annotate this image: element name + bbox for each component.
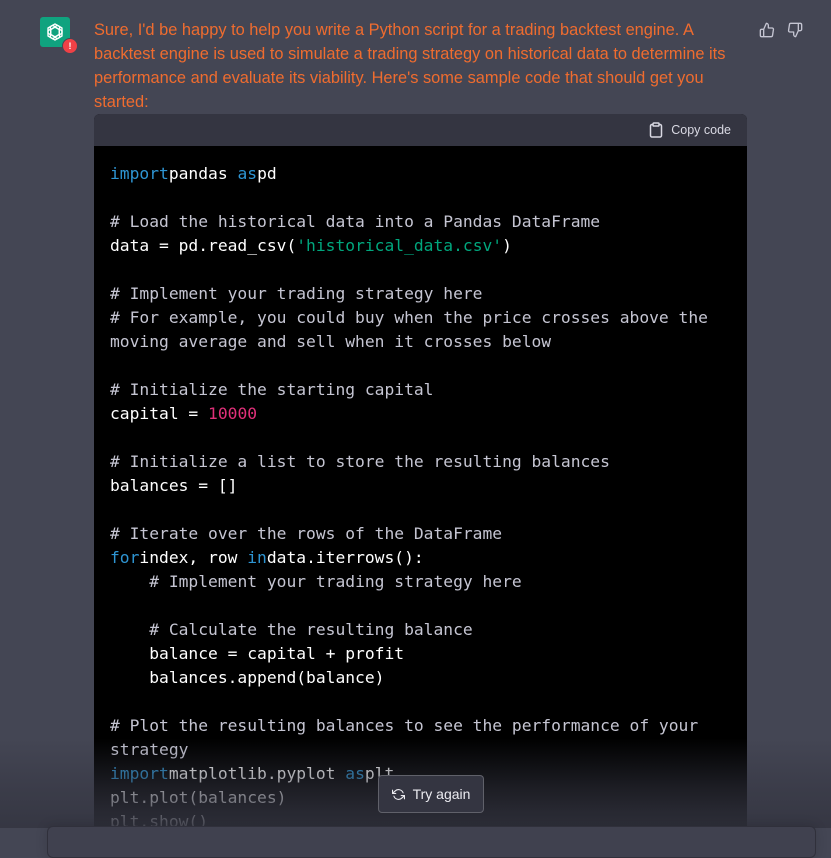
code-line: # Plot the resulting balances to see the… — [110, 716, 698, 735]
code-token: # Plot the resulting balances to see the… — [110, 716, 699, 735]
code-line: # Implement your trading strategy here — [110, 284, 482, 303]
code-line: importmatplotlib.pyplot asplt — [110, 764, 394, 783]
code-line: balance = capital + profit — [110, 644, 404, 663]
code-token: # Initialize a list to store the resulti… — [110, 452, 610, 471]
code-line: balances.append(balance) — [110, 668, 384, 687]
code-token: # Implement your trading strategy here — [149, 572, 522, 591]
code-token: balances = [] — [110, 476, 238, 495]
code-token: # Load the historical data into a Pandas… — [110, 212, 601, 231]
code-line: data = pd.read_csv('historical_data.csv'… — [110, 236, 512, 255]
code-token: strategy — [110, 740, 189, 759]
code-line: # For example, you could buy when the pr… — [110, 308, 708, 327]
code-token: as — [237, 164, 258, 183]
code-header: Copy code — [94, 114, 747, 146]
assistant-message: Sure, I'd be happy to help you write a P… — [94, 21, 726, 111]
code-token: 'historical_data.csv' — [296, 236, 503, 255]
code-token: balances.append(balance) — [110, 668, 385, 687]
code-token: # Implement your trading strategy here — [110, 284, 483, 303]
code-line: # Implement your trading strategy here — [110, 572, 522, 591]
try-again-label: Try again — [412, 786, 471, 802]
code-line: moving average and sell when it crosses … — [110, 332, 551, 351]
code-token: as — [345, 764, 365, 783]
code-token: index, row — [139, 548, 248, 567]
code-line: forindex, row indata.iterrows(): — [110, 548, 424, 567]
copy-code-label: Copy code — [671, 123, 731, 137]
refresh-icon — [391, 788, 405, 800]
code-line: balances = [] — [110, 476, 237, 495]
code-token: # Initialize the starting capital — [110, 380, 434, 399]
code-token: ) — [502, 236, 512, 255]
code-line: strategy — [110, 740, 188, 759]
code-token: pandas — [168, 164, 238, 183]
code-line: capital = 10000 — [110, 404, 257, 423]
code-token: import — [110, 164, 169, 183]
code-token: # Iterate over the rows of the DataFrame — [110, 524, 503, 543]
code-token: # Calculate the resulting balance — [149, 620, 473, 639]
code-line: # Calculate the resulting balance — [110, 620, 473, 639]
try-again-button[interactable]: Try again — [378, 775, 484, 813]
copy-code-button[interactable]: Copy code — [649, 122, 731, 138]
code-block: Copy code importpandas aspd # Load the h… — [94, 114, 747, 843]
code-token: 10000 — [208, 404, 258, 423]
code-token: in — [247, 548, 267, 567]
code-token: balance = capital + profit — [110, 644, 405, 663]
code-token: capital = — [110, 404, 209, 423]
code-line: importpandas aspd — [110, 164, 277, 183]
code-token: moving average and sell when it crosses … — [110, 332, 552, 351]
code-token: data.iterrows(): — [266, 548, 424, 567]
code-token: plt.plot(balances) — [110, 788, 287, 807]
code-content: importpandas aspd # Load the historical … — [94, 146, 747, 834]
code-token: matplotlib.pyplot — [168, 764, 346, 783]
clipboard-icon — [649, 122, 663, 138]
code-line: # Initialize the starting capital — [110, 380, 433, 399]
code-token: pd — [257, 164, 277, 183]
thumbs-down-icon — [787, 22, 803, 38]
code-line: # Initialize a list to store the resulti… — [110, 452, 610, 471]
message-input[interactable] — [47, 826, 816, 858]
code-line: # Iterate over the rows of the DataFrame — [110, 524, 502, 543]
warning-badge: ! — [62, 38, 78, 54]
code-line: plt.plot(balances) — [110, 788, 286, 807]
code-token: for — [110, 548, 140, 567]
code-token: # For example, you could buy when the pr… — [110, 308, 708, 327]
openai-logo-icon — [47, 23, 63, 41]
dislike-button[interactable] — [786, 21, 804, 39]
code-token: data = pd.read_csv( — [110, 236, 297, 255]
thumbs-up-icon — [759, 22, 775, 38]
code-token: import — [110, 764, 169, 783]
like-button[interactable] — [758, 21, 776, 39]
code-line: # Load the historical data into a Pandas… — [110, 212, 600, 231]
